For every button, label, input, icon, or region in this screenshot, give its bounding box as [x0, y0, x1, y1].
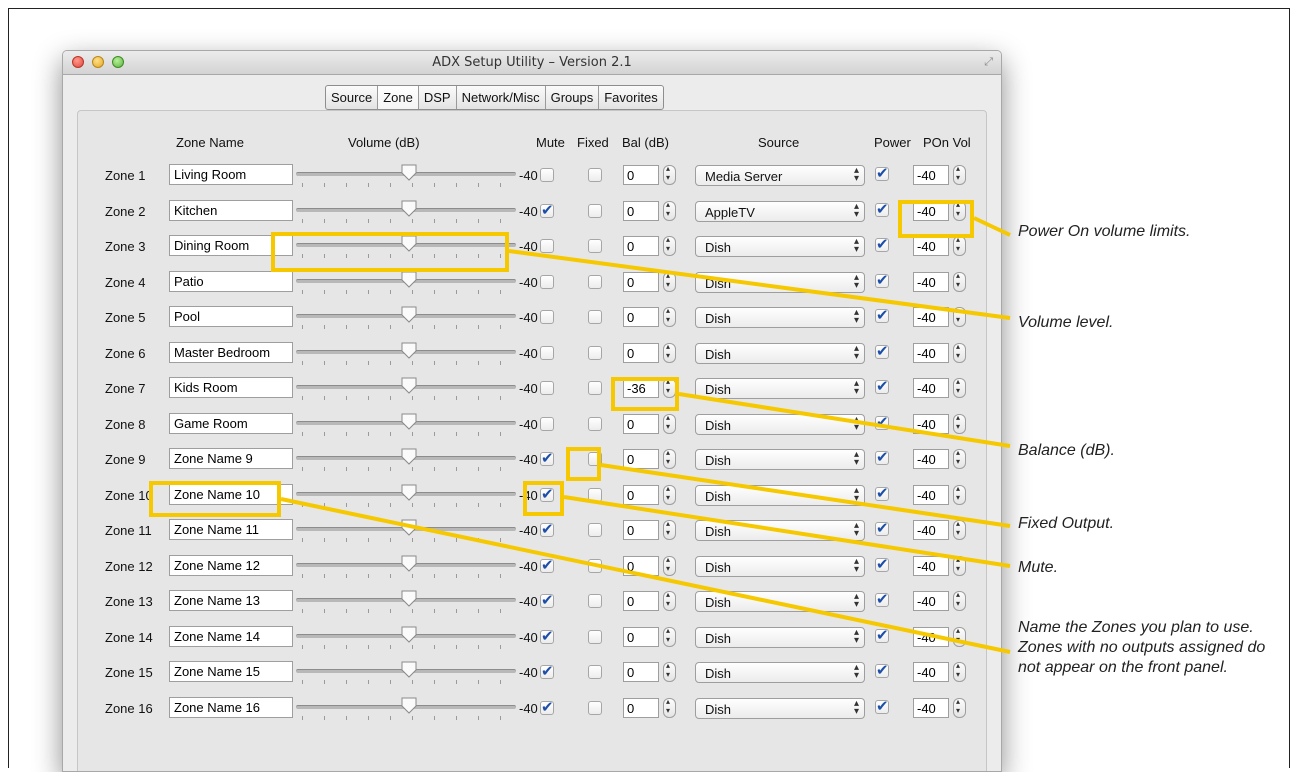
leader-zone-name	[280, 497, 1011, 654]
annotation-mute: Mute.	[1018, 559, 1059, 576]
annotation-zone-name: Name the Zones you plan to use. Zones wi…	[1018, 619, 1266, 676]
annotation-volume: Volume level.	[1018, 314, 1114, 331]
annotation-balance: Balance (dB).	[1018, 442, 1115, 459]
annotation-fixed: Fixed Output.	[1018, 515, 1115, 532]
leader-balance	[678, 392, 1011, 448]
leader-pon-vol	[973, 216, 1011, 237]
leader-volume	[508, 249, 1011, 320]
annotation-pon-vol: Power On volume limits.	[1018, 223, 1191, 240]
leader-fixed	[600, 463, 1011, 528]
leader-mute	[563, 495, 1011, 568]
